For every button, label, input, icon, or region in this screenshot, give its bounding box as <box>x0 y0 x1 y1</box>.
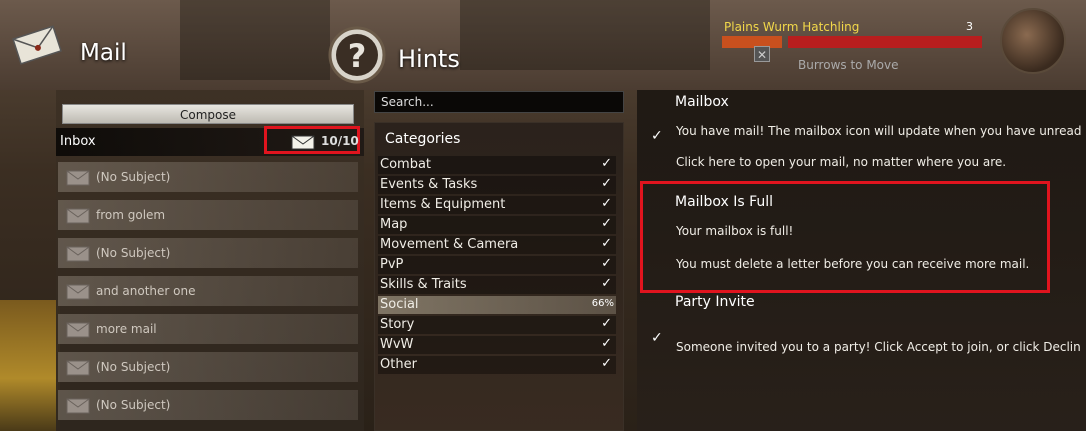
checkmark-icon: ✓ <box>651 128 663 144</box>
hint-text: You have mail! The mailbox icon will upd… <box>676 124 1086 138</box>
svg-text:?: ? <box>348 37 367 75</box>
mailbox-full-highlight <box>640 181 1050 293</box>
background-ground <box>0 300 60 431</box>
mail-item[interactable]: (No Subject) <box>58 390 358 420</box>
hint-text: Someone invited you to a party! Click Ac… <box>676 340 1081 354</box>
mail-subject: and another one <box>96 284 196 298</box>
category-item[interactable]: Story ✓ <box>378 316 616 334</box>
categories-header: Categories <box>385 131 461 147</box>
checkmark-icon: ✓ <box>601 176 612 191</box>
search-input[interactable]: Search... <box>374 91 624 113</box>
category-label: Story <box>380 317 415 332</box>
mail-subject: (No Subject) <box>96 246 171 260</box>
envelope-icon <box>66 246 90 262</box>
checkmark-icon: ✓ <box>601 236 612 251</box>
category-item[interactable]: Map ✓ <box>378 216 616 234</box>
target-name: Plains Wurm Hatchling <box>724 20 860 34</box>
checkmark-icon: ✓ <box>601 336 612 351</box>
mail-item[interactable]: (No Subject) <box>58 352 358 382</box>
envelope-icon <box>66 284 90 300</box>
category-item[interactable]: Other ✓ <box>378 356 616 374</box>
envelope-icon <box>66 170 90 186</box>
checkmark-icon: ✓ <box>651 330 663 346</box>
category-item[interactable]: Items & Equipment ✓ <box>378 196 616 214</box>
hint-title[interactable]: Mailbox <box>675 94 729 110</box>
checkmark-icon: ✓ <box>601 156 612 171</box>
category-label: WvW <box>380 337 414 352</box>
mail-title: Mail <box>80 40 127 66</box>
target-health-bar <box>788 36 982 48</box>
category-item[interactable]: PvP ✓ <box>378 256 616 274</box>
search-placeholder: Search... <box>381 95 434 109</box>
category-item-selected[interactable]: Social 66% <box>378 296 616 314</box>
checkmark-icon: ✓ <box>601 276 612 291</box>
envelope-icon <box>66 360 90 376</box>
mail-header: Mail <box>0 0 360 90</box>
target-bar-left <box>722 36 782 48</box>
category-label: Other <box>380 357 417 372</box>
category-item[interactable]: Movement & Camera ✓ <box>378 236 616 254</box>
category-label: PvP <box>380 257 404 272</box>
target-level: 3 <box>966 20 973 33</box>
envelope-icon <box>66 398 90 414</box>
mail-subject: (No Subject) <box>96 170 171 184</box>
hint-question-icon: ? <box>328 26 386 84</box>
mail-subject: from golem <box>96 208 166 222</box>
mail-item[interactable]: from golem <box>58 200 358 230</box>
inbox-count: 10/10 <box>321 134 359 148</box>
mail-item[interactable]: more mail <box>58 314 358 344</box>
category-label: Map <box>380 217 408 232</box>
category-label: Skills & Traits <box>380 277 467 292</box>
category-progress: 66% <box>591 298 614 309</box>
inbox-bar[interactable]: Inbox 10/10 <box>56 126 364 156</box>
checkmark-icon: ✓ <box>601 316 612 331</box>
category-label: Combat <box>380 157 432 172</box>
target-subtitle: Burrows to Move <box>798 58 899 72</box>
category-item[interactable]: Combat ✓ <box>378 156 616 174</box>
category-label: Movement & Camera <box>380 237 519 252</box>
hint-title[interactable]: Party Invite <box>675 294 755 310</box>
hints-title: Hints <box>398 45 460 73</box>
checkmark-icon: ✓ <box>601 356 612 371</box>
category-label: Items & Equipment <box>380 197 506 212</box>
target-frame: Plains Wurm Hatchling 3 ✕ Burrows to Mov… <box>722 8 1086 76</box>
mail-item[interactable]: (No Subject) <box>58 162 358 192</box>
category-item[interactable]: WvW ✓ <box>378 336 616 354</box>
inbox-label: Inbox <box>60 134 96 149</box>
category-item[interactable]: Skills & Traits ✓ <box>378 276 616 294</box>
mail-subject: (No Subject) <box>96 398 171 412</box>
envelope-icon <box>291 135 315 150</box>
close-icon[interactable]: ✕ <box>754 46 770 62</box>
checkmark-icon: ✓ <box>601 216 612 231</box>
checkmark-icon: ✓ <box>601 196 612 211</box>
hint-link[interactable]: Click here to open your mail, no matter … <box>676 155 1006 169</box>
background-building <box>460 0 710 70</box>
categories-list: Combat ✓ Events & Tasks ✓ Items & Equipmen… <box>378 156 616 376</box>
mail-item[interactable]: (No Subject) <box>58 238 358 268</box>
envelope-icon <box>66 208 90 224</box>
compose-button[interactable]: Compose <box>62 104 354 124</box>
category-label: Social <box>380 297 419 312</box>
checkmark-icon: ✓ <box>601 256 612 271</box>
inbox-count-highlight: 10/10 <box>264 126 360 154</box>
mail-item[interactable]: and another one <box>58 276 358 306</box>
mail-envelope-icon <box>12 25 62 65</box>
mail-list: (No Subject) from golem (No Subject) and… <box>58 162 358 428</box>
category-label: Events & Tasks <box>380 177 478 192</box>
target-portrait <box>1000 8 1066 74</box>
envelope-icon <box>66 322 90 338</box>
mail-subject: (No Subject) <box>96 360 171 374</box>
category-item[interactable]: Events & Tasks ✓ <box>378 176 616 194</box>
mail-subject: more mail <box>96 322 157 336</box>
